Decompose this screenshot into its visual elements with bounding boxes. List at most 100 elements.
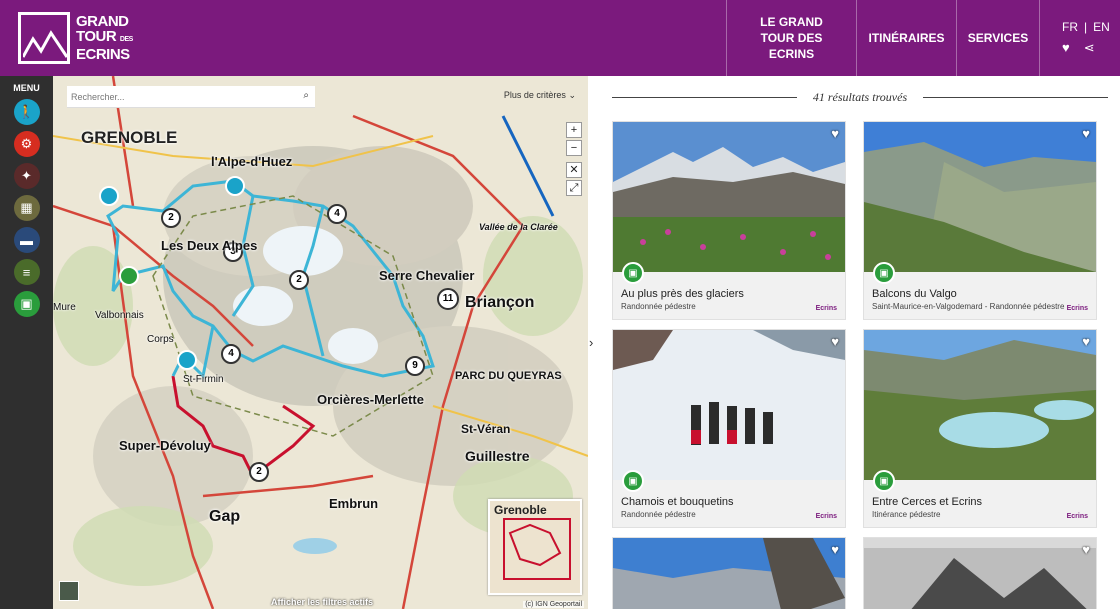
- main-nav: LE GRAND TOUR DES ECRINS ITINÉRAIRES SER…: [726, 0, 1120, 76]
- suitcase-icon[interactable]: ▣: [13, 291, 40, 317]
- close-icon[interactable]: ✕: [566, 162, 582, 178]
- result-card[interactable]: ♥ ▣ Au plus près des glaciers Randonnée …: [612, 121, 846, 320]
- card-subtitle: Randonnée pédestre: [621, 302, 696, 311]
- result-card[interactable]: ♥ ▣ Balcons du Valgo Saint-Maurice-en-Va…: [863, 121, 1097, 320]
- map-label: PARC DU QUEYRAS: [455, 370, 562, 382]
- heart-icon[interactable]: ♥: [1062, 40, 1070, 56]
- stage-marker[interactable]: 2: [161, 208, 181, 228]
- result-card[interactable]: ♥ ▣ Chamois et bouquetins Randonnée péde…: [612, 329, 846, 528]
- card-subtitle: Randonnée pédestre: [621, 510, 696, 519]
- card-photo: [613, 122, 845, 272]
- cycling-icon[interactable]: ⚙: [13, 131, 40, 157]
- card-title: Au plus près des glaciers: [621, 288, 744, 300]
- map-search-input[interactable]: Rechercher... ⌕: [67, 86, 315, 108]
- map-icon[interactable]: ▦: [13, 195, 40, 221]
- results-count-header: 41 résultats trouvés: [612, 90, 1108, 104]
- suitcase-icon: ▣: [873, 470, 895, 492]
- map-label: Corps: [147, 334, 174, 345]
- lang-fr[interactable]: FR: [1062, 20, 1078, 34]
- card-subtitle: Saint-Maurice-en-Valgodemard - Randonnée…: [872, 302, 1065, 311]
- walking-icon[interactable]: ✦: [13, 163, 40, 189]
- chevron-down-icon: ⌄: [568, 90, 576, 100]
- card-title: Chamois et bouquetins: [621, 496, 734, 508]
- favorite-heart-icon[interactable]: ♥: [1082, 126, 1090, 141]
- nav-services[interactable]: SERVICES: [956, 0, 1039, 76]
- card-title: Entre Cerces et Ecrins: [872, 496, 983, 508]
- zoom-in-button[interactable]: +: [566, 122, 582, 138]
- logo-line-3: ECRINS: [76, 46, 130, 63]
- map-label: Valbonnais: [95, 310, 144, 321]
- zoom-controls: + − ✕ ⤢: [566, 122, 582, 198]
- favorite-heart-icon[interactable]: ♥: [1082, 542, 1090, 557]
- park-logo: Ecrins: [1066, 305, 1088, 312]
- bed-icon[interactable]: ▬: [13, 227, 40, 253]
- logo-text: GRAND TOUR DES ECRINS: [76, 14, 156, 62]
- minimap-route: [503, 518, 571, 580]
- logo-mountain-icon: [18, 12, 70, 64]
- park-logo: Ecrins: [815, 513, 837, 520]
- map-label: Briançon: [465, 294, 535, 311]
- map-copyright: (c) IGN Geoportail: [523, 601, 584, 608]
- map-view[interactable]: 2 3 4 2 4 11 9 2 GRENOBLE l'Alpe-d'Huez …: [53, 76, 588, 609]
- fullscreen-icon[interactable]: ⤢: [566, 180, 582, 196]
- hiking-pin-icon[interactable]: [99, 186, 119, 206]
- results-panel: 41 résultats trouvés ♥ ▣ Au plus près de…: [600, 76, 1120, 609]
- favorite-heart-icon[interactable]: ♥: [831, 542, 839, 557]
- zoom-out-button[interactable]: −: [566, 140, 582, 156]
- hiking-pin-icon[interactable]: [177, 350, 197, 370]
- result-card[interactable]: ♥ ▣ Entre Cerces et Ecrins Itinérance pé…: [863, 329, 1097, 528]
- nav-itineraires[interactable]: ITINÉRAIRES: [856, 0, 956, 76]
- favorite-heart-icon[interactable]: ♥: [831, 126, 839, 141]
- result-card[interactable]: ♥: [863, 537, 1097, 609]
- map-label: St-Firmin: [183, 374, 224, 385]
- suitcase-icon: ▣: [873, 262, 895, 284]
- language-switcher: FR | EN: [1062, 20, 1110, 34]
- map-label: Orcières-Merlette: [317, 392, 424, 407]
- nav-grand-tour[interactable]: LE GRAND TOUR DES ECRINS: [726, 0, 856, 76]
- search-icon[interactable]: ⌕: [303, 90, 309, 101]
- site-header: GRAND TOUR DES ECRINS LE GRAND TOUR DES …: [0, 0, 1120, 76]
- nav-tools: FR | EN ♥ ⋖: [1039, 0, 1120, 76]
- show-active-filters[interactable]: Afficher les filtres actifs: [271, 597, 373, 607]
- search-placeholder: Rechercher...: [71, 92, 125, 102]
- stage-marker[interactable]: 9: [405, 356, 425, 376]
- map-label: l'Alpe-d'Huez: [211, 154, 293, 169]
- favorite-heart-icon[interactable]: ♥: [831, 334, 839, 349]
- hiking-pin-icon[interactable]: [225, 176, 245, 196]
- map-label: Super-Dévoluy: [119, 438, 211, 453]
- hiking-icon[interactable]: 🚶: [13, 99, 40, 125]
- share-icon[interactable]: ⋖: [1084, 40, 1095, 56]
- map-label: Vallée de la Clarée: [479, 222, 558, 232]
- suitcase-pin-icon[interactable]: [119, 266, 139, 286]
- layers-icon[interactable]: [59, 581, 79, 601]
- map-label: Serre Chevalier: [379, 268, 475, 283]
- overview-minimap[interactable]: Grenoble: [488, 499, 582, 595]
- stage-marker[interactable]: 11: [437, 288, 459, 310]
- map-label: Guillestre: [465, 448, 530, 464]
- stage-marker[interactable]: 4: [327, 204, 347, 224]
- result-card[interactable]: ♥: [612, 537, 846, 609]
- card-photo: [864, 538, 1096, 609]
- lang-en[interactable]: EN: [1093, 20, 1110, 34]
- card-photo: [864, 330, 1096, 480]
- more-criteria-dropdown[interactable]: Plus de critères ⌄: [504, 90, 576, 101]
- stage-marker[interactable]: 2: [249, 462, 269, 482]
- suitcase-icon: ▣: [622, 470, 644, 492]
- card-photo: [864, 122, 1096, 272]
- favorite-heart-icon[interactable]: ♥: [1082, 334, 1090, 349]
- logo-line-1: GRAND: [76, 13, 129, 30]
- card-title: Balcons du Valgo: [872, 288, 957, 300]
- card-photo: [613, 538, 845, 609]
- list-icon[interactable]: ≡: [13, 259, 40, 285]
- toggle-panel-chevron-icon[interactable]: ›: [589, 335, 593, 350]
- menu-label: MENU: [13, 83, 40, 93]
- site-logo[interactable]: GRAND TOUR DES ECRINS: [18, 12, 133, 68]
- map-label: St-Véran: [461, 422, 511, 436]
- card-photo: [613, 330, 845, 480]
- side-menu: MENU 🚶 ⚙ ✦ ▦ ▬ ≡ ▣: [0, 76, 53, 609]
- map-label: Gap: [209, 508, 241, 525]
- logo-line-2: TOUR DES: [76, 28, 133, 45]
- stage-marker[interactable]: 4: [221, 344, 241, 364]
- stage-marker[interactable]: 2: [289, 270, 309, 290]
- suitcase-icon: ▣: [622, 262, 644, 284]
